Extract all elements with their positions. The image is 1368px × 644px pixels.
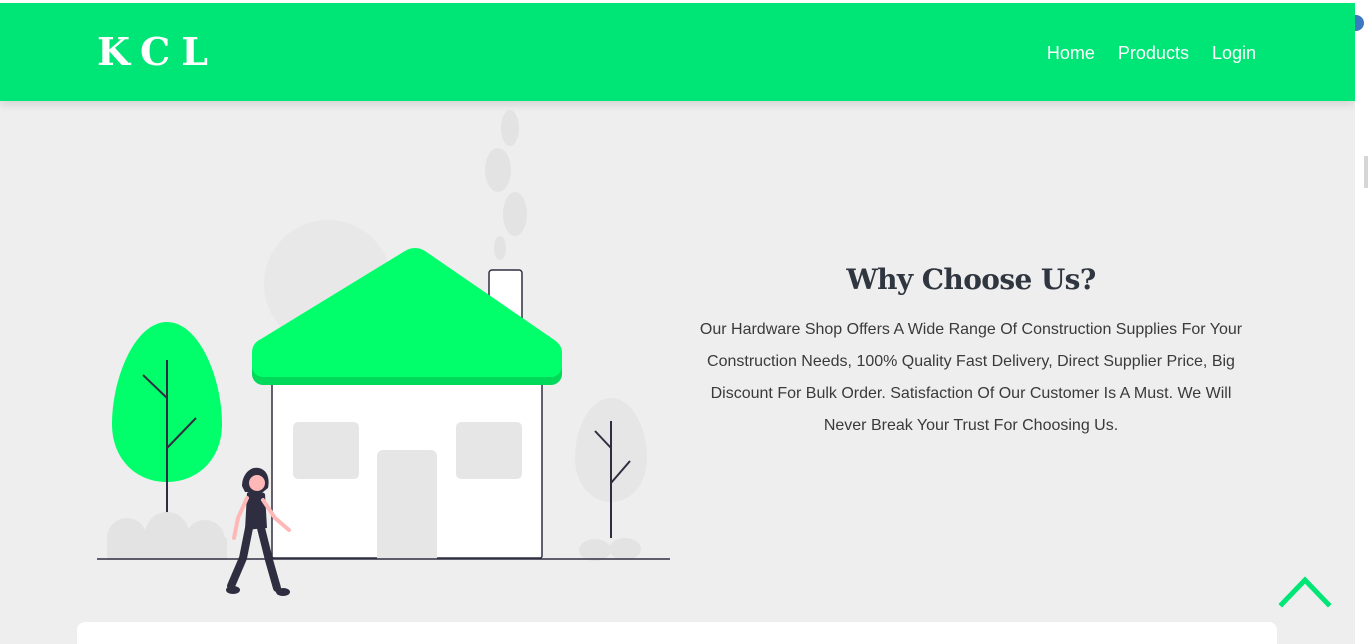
house-window: [456, 422, 522, 479]
scrollbar-track[interactable]: [1355, 3, 1368, 644]
smoke-puff: [485, 148, 511, 192]
nav-home-link[interactable]: Home: [1047, 42, 1095, 64]
right-bush: [579, 539, 611, 561]
why-choose-us-title: Why Choose Us?: [846, 263, 1096, 296]
scrollbar-thumb[interactable]: [1364, 156, 1368, 188]
why-choose-us-section: Why Choose Us? Our Hardware Shop Offers …: [685, 260, 1257, 442]
house-window: [293, 422, 359, 479]
bottom-card: [77, 622, 1277, 644]
smoke-puff: [503, 192, 527, 236]
house-illustration: [97, 110, 670, 596]
why-choose-us-description: Our Hardware Shop Offers A Wide Range Of…: [699, 321, 1243, 434]
smoke-puff: [494, 236, 506, 260]
nav-login-link[interactable]: Login: [1212, 42, 1256, 64]
navbar: KCL Home Products Login: [0, 3, 1355, 101]
nav-links: Home Products Login: [1047, 42, 1256, 64]
chevron-up-icon: [1278, 576, 1332, 608]
house-door: [377, 450, 437, 560]
brand-logo[interactable]: KCL: [97, 30, 219, 74]
smoke-puff: [501, 110, 519, 146]
scroll-to-top-button[interactable]: [1278, 572, 1332, 608]
nav-products-link[interactable]: Products: [1118, 42, 1189, 64]
right-bush: [609, 538, 641, 560]
